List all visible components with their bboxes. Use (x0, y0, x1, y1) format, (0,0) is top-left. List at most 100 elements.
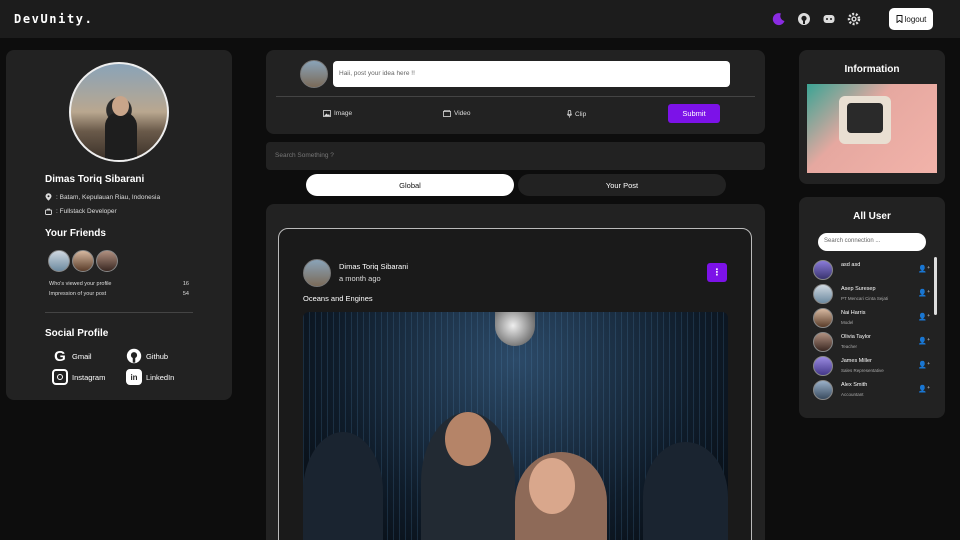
user-job: Model (841, 320, 854, 325)
logout-button[interactable]: logout (889, 8, 933, 30)
post-caption: Oceans and Engines (303, 294, 373, 303)
user-avatar (813, 308, 833, 328)
gear-icon[interactable] (847, 12, 861, 26)
friends-heading: Your Friends (45, 228, 106, 239)
job-text: : Fullstack Developer (56, 208, 117, 215)
social-label: Instagram (72, 372, 106, 382)
social-link-linkedin[interactable]: in LinkedIn (126, 369, 174, 385)
github-icon[interactable] (797, 12, 811, 26)
video-icon (443, 110, 451, 117)
clip-label: Clip (575, 110, 587, 118)
user-name: Asep Suresep (841, 286, 876, 292)
search-connection-input[interactable]: Search connection ... (818, 233, 926, 251)
user-list-item[interactable]: James Miller Sales Representative 👤⁺ (813, 356, 931, 378)
post-author-avatar[interactable] (303, 259, 331, 287)
post-impressions-stat: Impression of your post 54 (49, 291, 189, 297)
friend-avatar[interactable] (72, 250, 94, 272)
user-job: Accountant (841, 392, 864, 397)
profile-job: : Fullstack Developer (45, 208, 117, 215)
image-label: Image (334, 110, 353, 117)
user-job: Teacher (841, 344, 858, 349)
clip-upload-button[interactable]: Clip (567, 110, 586, 118)
bookmark-icon (896, 15, 903, 23)
information-title: Information (844, 64, 900, 75)
computer-screen (847, 103, 883, 133)
retro-computer (839, 96, 891, 144)
submit-post-button[interactable]: Submit (668, 104, 720, 123)
information-image (807, 84, 937, 173)
stat-label: Who's viewed your profile (49, 281, 112, 287)
crowd-figure (303, 432, 383, 540)
image-icon (323, 110, 331, 117)
social-label: LinkedIn (146, 372, 175, 382)
github-icon (126, 348, 142, 364)
user-list-item[interactable]: Olivia Taylor Teacher 👤⁺ (813, 332, 931, 354)
video-upload-button[interactable]: Video (443, 110, 471, 117)
user-avatar (813, 260, 833, 280)
profile-name: Dimas Toriq Sibarani (45, 174, 145, 185)
location-pin-icon (45, 193, 52, 201)
user-job: PT Mencari Cinta Sejati (841, 296, 889, 301)
moon-icon[interactable] (772, 12, 786, 26)
stat-value: 16 (182, 281, 189, 287)
post-author-name[interactable]: Dimas Toriq Sibarani (339, 262, 408, 271)
add-user-icon[interactable]: 👤⁺ (918, 361, 930, 369)
search-input[interactable]: Search Something ? (266, 142, 765, 170)
composer-avatar (300, 60, 328, 88)
add-user-icon[interactable]: 👤⁺ (918, 313, 930, 321)
add-user-icon[interactable]: 👤⁺ (918, 337, 930, 345)
user-list-item[interactable]: Asep Suresep PT Mencari Cinta Sejati 👤⁺ (813, 284, 931, 306)
image-upload-button[interactable]: Image (323, 110, 352, 117)
gmail-icon: G (54, 347, 66, 365)
social-heading: Social Profile (45, 328, 109, 339)
social-link-instagram[interactable]: Instagram (52, 369, 105, 385)
add-user-icon[interactable]: 👤⁺ (918, 265, 930, 273)
stat-value: 54 (182, 291, 189, 297)
dancer-woman-face (529, 458, 575, 514)
friend-avatar[interactable] (96, 250, 118, 272)
profile-views-stat: Who's viewed your profile 16 (49, 281, 189, 287)
app-logo[interactable]: DevUnity. (14, 12, 93, 26)
discord-icon[interactable] (822, 12, 836, 26)
instagram-icon (52, 369, 68, 385)
user-avatar (813, 380, 833, 400)
post-menu-button[interactable]: ⋮ (707, 263, 727, 282)
user-name: asd asd (841, 262, 861, 268)
user-avatar (813, 356, 833, 376)
profile-card: Dimas Toriq Sibarani : Batam, Kepulauan … (6, 50, 232, 400)
profile-location: : Batam, Kepulauan Riau, Indonesia (45, 193, 160, 201)
tab-your-post[interactable]: Your Post (518, 174, 726, 196)
add-user-icon[interactable]: 👤⁺ (918, 289, 930, 297)
avatar-head (112, 96, 129, 116)
user-avatar (813, 284, 833, 304)
logout-label: logout (904, 14, 927, 24)
user-name: Alex Smith (841, 382, 868, 388)
avatar-figure (105, 112, 137, 160)
briefcase-icon (45, 208, 52, 215)
dancer-man-face (445, 412, 491, 466)
user-list-item[interactable]: Alex Smith Accountant 👤⁺ (813, 380, 931, 402)
friend-avatar[interactable] (48, 250, 70, 272)
post-input[interactable]: Haii, post your idea here !! (333, 61, 730, 87)
social-link-github[interactable]: Github (126, 348, 168, 364)
linkedin-icon: in (126, 369, 142, 385)
user-list-item[interactable]: asd asd 👤⁺ (813, 260, 931, 282)
user-list-item[interactable]: Nai Harris Model 👤⁺ (813, 308, 931, 330)
social-label: Gmail (72, 351, 92, 361)
user-list-scrollbar[interactable] (934, 257, 937, 315)
composer-divider (276, 96, 755, 97)
user-job: Sales Representative (841, 368, 884, 373)
social-label: Github (146, 351, 169, 361)
stat-label: Impression of your post (49, 291, 107, 297)
profile-avatar[interactable] (69, 62, 169, 162)
top-navbar: DevUnity. logout (0, 0, 960, 38)
post-timestamp: a month ago (339, 274, 381, 283)
user-name: Olivia Taylor (841, 334, 871, 340)
post-image[interactable] (303, 312, 728, 540)
video-label: Video (454, 110, 471, 117)
add-user-icon[interactable]: 👤⁺ (918, 385, 930, 393)
social-link-gmail[interactable]: G Gmail (52, 347, 92, 365)
all-user-title: All User (853, 211, 891, 222)
tab-global[interactable]: Global (306, 174, 514, 196)
disco-ball (495, 312, 535, 346)
